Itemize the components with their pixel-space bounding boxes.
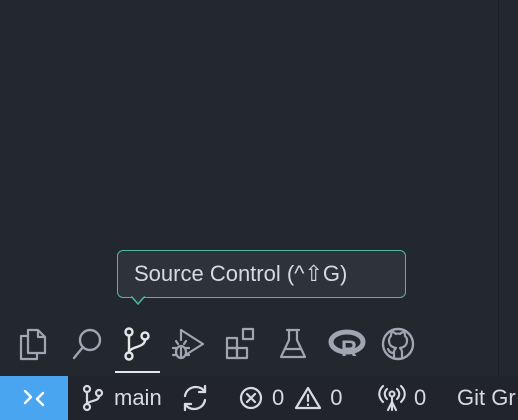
problems-status[interactable]: 0 0 xyxy=(238,376,343,420)
remote-icon xyxy=(23,389,45,407)
tooltip-text: Source Control (^⇧G) xyxy=(134,261,348,286)
extensions-button[interactable] xyxy=(218,318,264,370)
ports-count: 0 xyxy=(414,385,427,410)
svg-text:R: R xyxy=(341,336,357,359)
run-debug-icon xyxy=(171,328,205,360)
github-button[interactable] xyxy=(375,318,421,370)
flask-icon xyxy=(279,328,307,359)
r-extension-button[interactable]: R xyxy=(324,318,370,370)
search-icon xyxy=(72,328,102,360)
editor-divider xyxy=(498,0,499,376)
git-graph-label: Git Gr xyxy=(457,385,516,410)
run-debug-button[interactable] xyxy=(164,318,210,370)
explorer-button[interactable] xyxy=(10,318,56,370)
active-indicator xyxy=(115,371,160,373)
broadcast-icon xyxy=(378,384,406,412)
branch-status[interactable]: main xyxy=(80,376,162,420)
error-count: 0 xyxy=(272,385,285,410)
window: Source Control (^⇧G) R main 0 0 0 Git Gr xyxy=(0,0,518,420)
github-icon xyxy=(381,327,415,361)
source-control-tooltip: Source Control (^⇧G) xyxy=(117,250,406,298)
search-button[interactable] xyxy=(64,318,110,370)
source-control-icon xyxy=(124,327,150,361)
remote-button[interactable] xyxy=(0,376,68,420)
files-icon xyxy=(19,328,47,361)
branch-name: main xyxy=(114,385,162,410)
sync-icon xyxy=(183,384,207,412)
tooltip-arrow xyxy=(131,296,145,306)
git-graph-button[interactable]: Git Gr xyxy=(457,376,516,420)
activity-bar: R xyxy=(0,318,498,376)
error-icon xyxy=(239,386,263,410)
testing-button[interactable] xyxy=(270,318,316,370)
branch-icon xyxy=(82,384,104,412)
status-bar: main 0 0 0 Git Gr xyxy=(0,376,518,420)
extensions-icon xyxy=(225,327,255,360)
ports-status[interactable]: 0 xyxy=(378,376,426,420)
warning-icon xyxy=(295,386,322,410)
r-logo-icon: R xyxy=(328,329,366,359)
source-control-button[interactable] xyxy=(114,318,160,370)
warning-count: 0 xyxy=(330,385,343,410)
sync-button[interactable] xyxy=(180,376,210,420)
